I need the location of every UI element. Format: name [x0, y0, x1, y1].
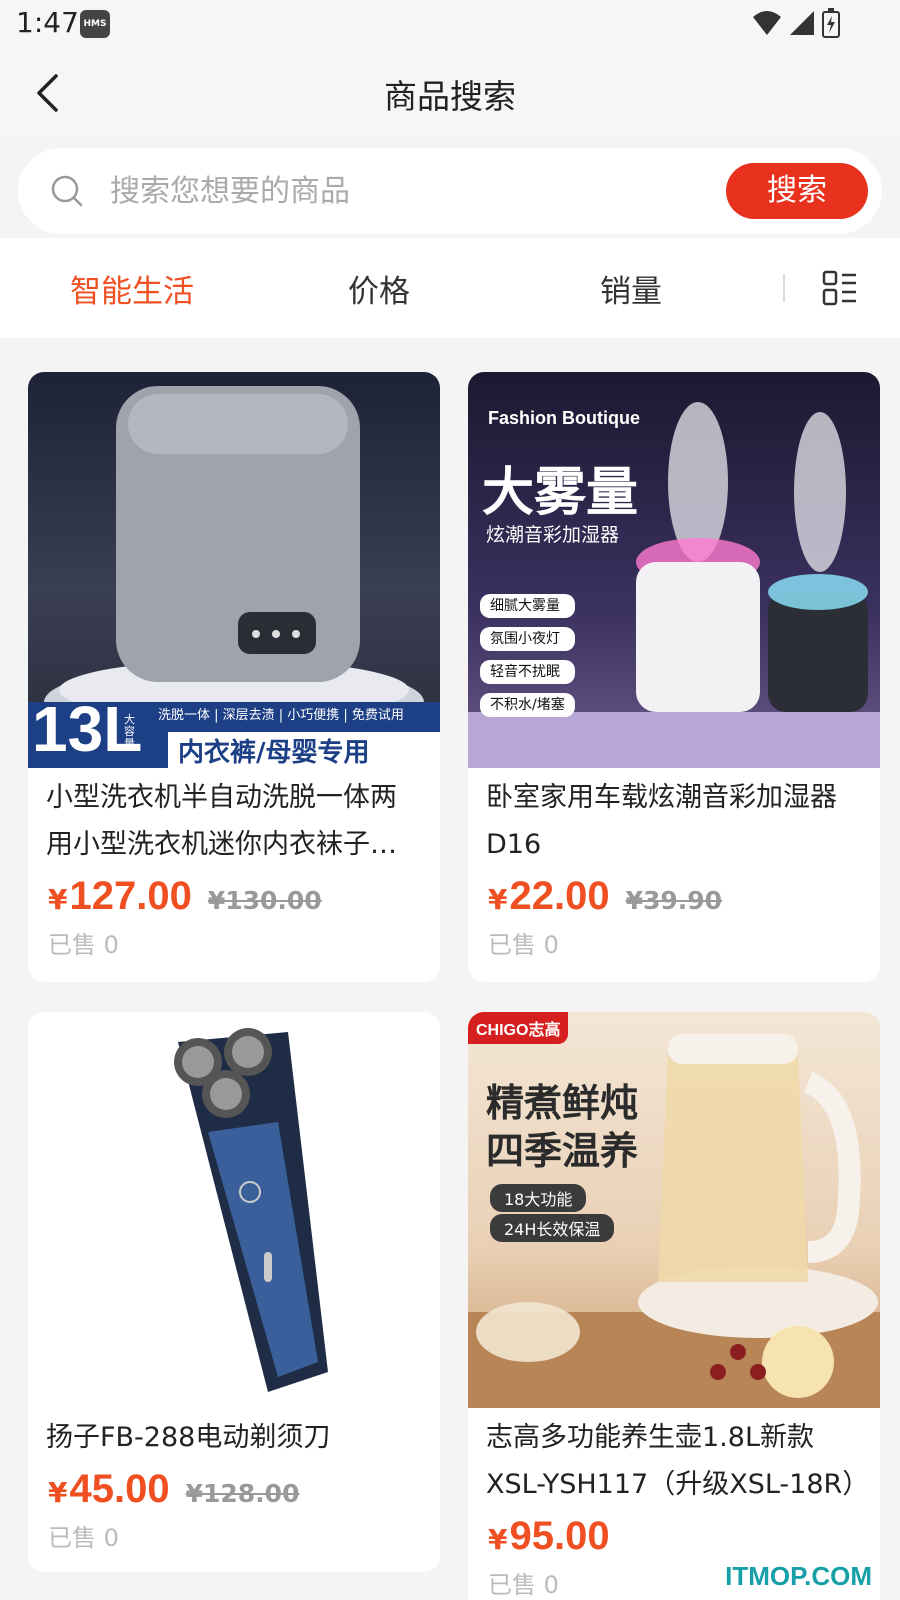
current-price: 22.00	[509, 874, 610, 918]
product-card-shaver[interactable]: 扬子FB-288电动剃须刀 ¥ 45.00 ¥128.00 已售 0	[28, 1012, 440, 1572]
brand-logo: CHIGO志高	[468, 1012, 569, 1044]
current-price: 127.00	[69, 874, 192, 918]
check-item: 轻音不扰眠	[480, 660, 575, 684]
current-price: 95.00	[509, 1514, 610, 1558]
check-item: 细腻大雾量	[480, 594, 575, 618]
sort-tab-sales[interactable]: 销量	[600, 266, 662, 311]
product-image-shaver	[28, 1012, 440, 1408]
feature-strip: 洗脱一体 | 深层去渍 | 小巧便携 | 免费试用	[158, 708, 404, 723]
product-title: 志高多功能养生壶1.8L新款XSL-YSH117（升级XSL-18R）	[486, 1422, 870, 1500]
price-row: ¥ 95.00	[468, 1514, 880, 1559]
search-bar: 搜索	[18, 148, 882, 234]
sort-bar: 智能生活 价格 销量	[0, 238, 900, 338]
check-item: 氛围小夜灯	[480, 627, 575, 651]
page-title: 商品搜索	[384, 77, 516, 116]
signal-icon	[790, 11, 814, 35]
sold-count: 已售 0	[48, 1524, 119, 1552]
product-image-kettle: CHIGO志高 精煮鲜炖 四季温养 18大功能 24H长效保温	[468, 1012, 880, 1408]
status-time: 1:47	[16, 6, 79, 39]
headline-line-1: 精煮鲜炖	[486, 1081, 639, 1125]
currency-symbol: ¥	[488, 1523, 508, 1556]
check-list: 细腻大雾量 氛围小夜灯 轻音不扰眠 不积水/堵塞	[480, 594, 575, 717]
brand-label: Fashion Boutique	[488, 408, 640, 428]
sort-tab-price[interactable]: 价格	[348, 266, 410, 311]
product-title: 小型洗衣机半自动洗脱一体两用小型洗衣机迷你内衣袜子…	[46, 782, 397, 860]
sold-count: 已售 0	[48, 931, 119, 959]
product-card-kettle[interactable]: CHIGO志高 精煮鲜炖 四季温养 18大功能 24H长效保温 志高多功能养生壶…	[468, 1012, 880, 1600]
original-price: ¥39.90	[625, 886, 723, 915]
wifi-icon	[753, 11, 781, 35]
app-header: 商品搜索	[0, 48, 900, 140]
list-layout-icon[interactable]	[820, 268, 860, 308]
headline-line-2: 四季温养	[486, 1129, 639, 1173]
product-image-washer: 13L 大容量 洗脱一体 | 深层去渍 | 小巧便携 | 免费试用 内衣裤/母婴…	[28, 372, 440, 768]
original-price: ¥130.00	[207, 886, 322, 915]
battery-icon	[822, 8, 840, 38]
current-price: 45.00	[69, 1467, 170, 1511]
product-card-humidifier[interactable]: Fashion Boutique 大雾量 炫潮音彩加湿器 细腻大雾量 氛围小夜灯…	[468, 372, 880, 982]
currency-symbol: ¥	[48, 883, 68, 916]
search-button[interactable]: 搜索	[726, 163, 868, 219]
feature-tag: 24H长效保温	[490, 1214, 615, 1242]
product-title: 扬子FB-288电动剃须刀	[46, 1422, 331, 1453]
status-icons	[752, 8, 840, 38]
site-watermark: ITMOP.COM	[725, 1561, 872, 1591]
price-row: ¥ 22.00 ¥39.90	[468, 874, 880, 919]
price-row: ¥ 127.00 ¥130.00	[28, 874, 440, 919]
sort-divider	[783, 274, 785, 302]
status-bar: 1:47 HMS	[0, 0, 900, 48]
banner-text: 内衣裤/母婴专用	[178, 738, 370, 768]
hms-badge: HMS	[80, 10, 110, 38]
search-input[interactable]	[110, 166, 710, 216]
shaver-illustration	[174, 1028, 328, 1392]
product-card-washer[interactable]: 13L 大容量 洗脱一体 | 深层去渍 | 小巧便携 | 免费试用 内衣裤/母婴…	[28, 372, 440, 982]
capacity-sub-label: 大容量	[124, 713, 135, 750]
sold-count: 已售 0	[488, 931, 559, 959]
check-item: 不积水/堵塞	[480, 693, 575, 717]
original-price: ¥128.00	[185, 1479, 300, 1508]
price-row: ¥ 45.00 ¥128.00	[28, 1467, 440, 1512]
headline-text: 大雾量	[482, 463, 639, 523]
subline-text: 炫潮音彩加湿器	[486, 524, 620, 546]
search-icon	[51, 175, 83, 207]
feature-tag: 18大功能	[490, 1184, 587, 1212]
product-image-humidifier: Fashion Boutique 大雾量 炫潮音彩加湿器 细腻大雾量 氛围小夜灯…	[468, 372, 880, 768]
currency-symbol: ¥	[48, 1476, 68, 1509]
currency-symbol: ¥	[488, 883, 508, 916]
sort-tab-smart[interactable]: 智能生活	[70, 266, 194, 311]
product-title: 卧室家用车载炫潮音彩加湿器D16	[486, 782, 837, 860]
